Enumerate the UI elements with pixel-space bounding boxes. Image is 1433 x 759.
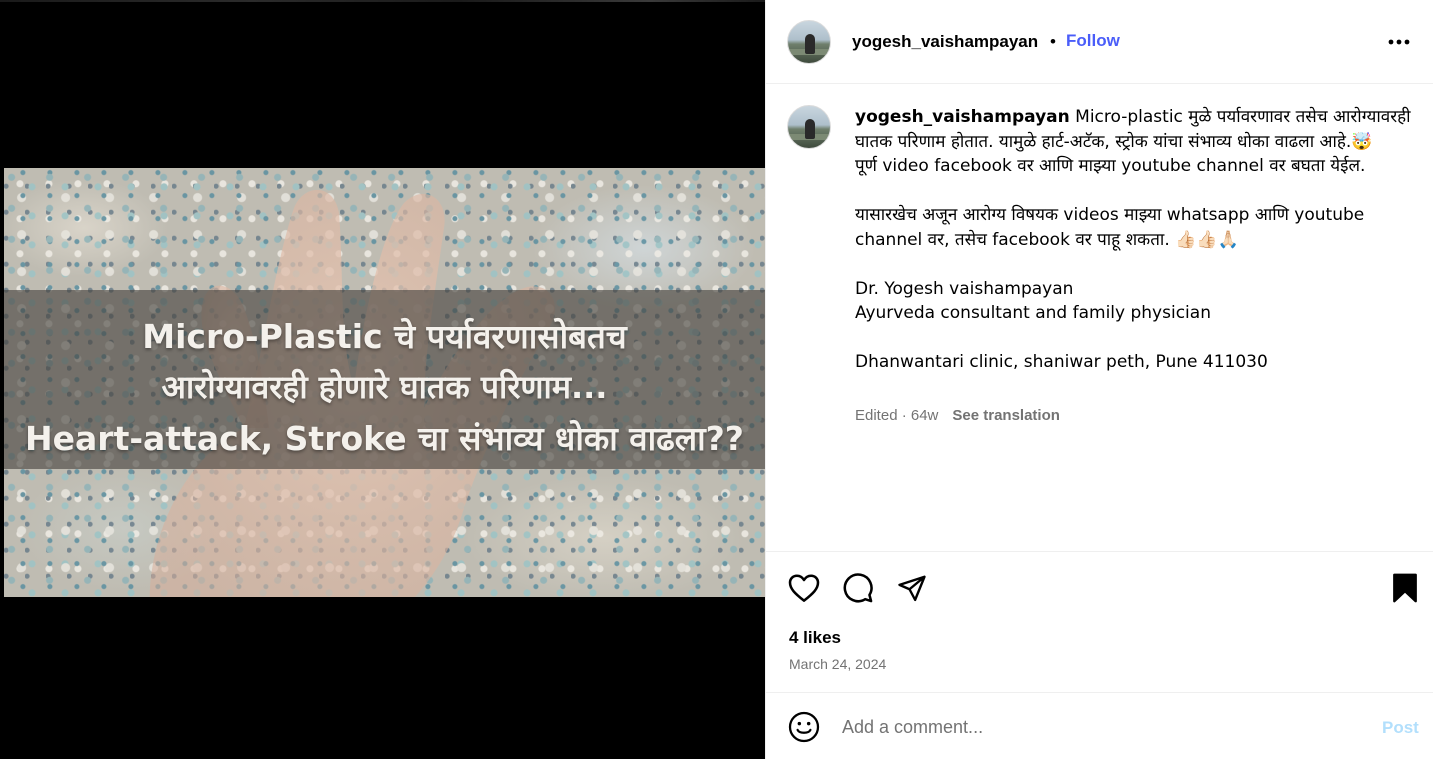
post-media[interactable]: Micro-Plastic चे पर्यावरणासोबतच आरोग्याव… xyxy=(0,0,765,759)
post-sidebar: yogesh_vaishampayan • Follow yogesh_vais… xyxy=(765,0,1433,759)
separator-dot: • xyxy=(1050,32,1056,51)
actions-divider xyxy=(766,551,1433,552)
comment-input[interactable] xyxy=(842,713,1362,741)
follow-button[interactable]: Follow xyxy=(1066,31,1120,51)
caption-avatar[interactable] xyxy=(787,105,831,149)
caption-paragraph-1: yogesh_vaishampayan Micro-plastic मुळे प… xyxy=(855,105,1415,179)
heart-icon[interactable] xyxy=(787,571,821,605)
post-comment-button[interactable]: Post xyxy=(1382,718,1419,738)
banner-line-3: Heart-attack, Stroke चा संभाव्य धोका वाढ… xyxy=(25,419,744,458)
banner-line-1: Micro-Plastic चे पर्यावरणासोबतच xyxy=(142,317,627,356)
likes-count[interactable]: 4 likes xyxy=(789,628,841,648)
caption-username[interactable]: yogesh_vaishampayan xyxy=(855,107,1070,127)
comment-icon[interactable] xyxy=(841,571,875,605)
see-translation-link[interactable]: See translation xyxy=(952,407,1060,424)
share-icon[interactable] xyxy=(895,571,929,605)
caption-area: yogesh_vaishampayan Micro-plastic मुळे प… xyxy=(766,85,1433,551)
video-thumbnail[interactable]: Micro-Plastic चे पर्यावरणासोबतच आरोग्याव… xyxy=(4,168,765,597)
bookmark-icon[interactable] xyxy=(1388,571,1422,605)
post-caption: yogesh_vaishampayan Micro-plastic मुळे प… xyxy=(855,105,1415,375)
post-header: yogesh_vaishampayan • Follow xyxy=(766,0,1433,84)
media-top-edge xyxy=(0,0,765,2)
avatar-figure xyxy=(805,34,815,54)
caption-paragraph-4: Dhanwantari clinic, shaniwar peth, Pune … xyxy=(855,352,1268,372)
edited-timestamp: Edited · 64w xyxy=(855,407,939,424)
post-date: March 24, 2024 xyxy=(789,656,887,672)
banner-line-2: आरोग्यावरही होणारे घातक परिणाम... xyxy=(161,368,608,406)
emoji-icon[interactable] xyxy=(788,711,820,743)
caption-paragraph-2: यासारखेच अजून आरोग्य विषयक videos माझ्या… xyxy=(855,205,1365,250)
instagram-post-view: Micro-Plastic चे पर्यावरणासोबतच आरोग्याव… xyxy=(0,0,1433,759)
more-options-icon[interactable] xyxy=(1382,28,1416,56)
author-username[interactable]: yogesh_vaishampayan xyxy=(852,32,1038,52)
post-meta: Edited · 64w See translation xyxy=(855,407,1060,424)
comment-bar: Post xyxy=(766,692,1433,759)
author-avatar[interactable] xyxy=(787,20,831,64)
caption-paragraph-3: Dr. Yogesh vaishampayan Ayurveda consult… xyxy=(855,278,1211,324)
avatar-figure xyxy=(805,119,815,139)
